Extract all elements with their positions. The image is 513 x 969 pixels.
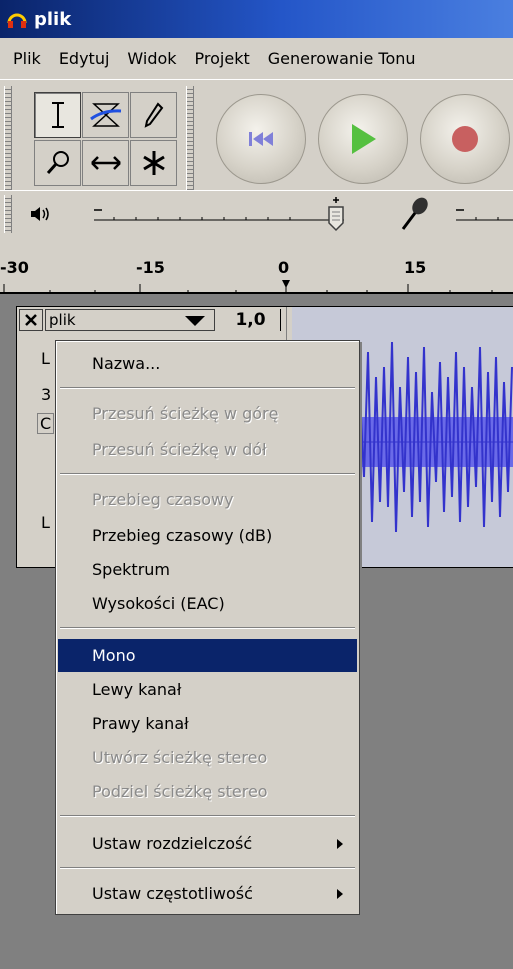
toolbar-area [0, 80, 513, 254]
volume-slider-thumb[interactable] [324, 195, 348, 233]
track-info-letter: L [41, 513, 50, 532]
ruler-label: 15 [404, 258, 427, 277]
menu-separator [60, 473, 355, 475]
zoom-tool-button[interactable] [34, 140, 81, 186]
menu-separator [60, 387, 355, 389]
volume-scale [94, 209, 344, 221]
menu-item-set-rate[interactable]: Ustaw częstotliwość [58, 877, 357, 910]
double-arrow-icon [90, 156, 121, 170]
track-info-letter: 3 [41, 385, 52, 404]
record-icon [452, 126, 478, 152]
ibeam-icon [51, 102, 64, 128]
title-bar: plik [0, 0, 513, 38]
microphone-icon [401, 197, 428, 230]
menu-item-mono[interactable]: Mono [58, 639, 357, 672]
menu-item-left-channel[interactable]: Lewy kanał [58, 673, 357, 706]
window-title: plik [34, 8, 72, 30]
menu-item-nazwa[interactable]: Nazwa... [58, 347, 357, 380]
tools-toolbar-grip[interactable] [4, 86, 12, 190]
menu-edytuj[interactable]: Edytuj [50, 49, 119, 68]
menu-bar: Plik Edytuj Widok Projekt Generowanie To… [0, 38, 513, 80]
ruler-ticks [3, 280, 493, 294]
menu-separator [60, 627, 355, 629]
menu-item-set-sample-format[interactable]: Ustaw rozdzielczość [58, 827, 357, 860]
menu-widok[interactable]: Widok [118, 49, 185, 68]
track-gain-value: 1,0 [221, 309, 281, 331]
menu-separator [60, 867, 355, 869]
menu-item-waveform-db[interactable]: Przebieg czasowy (dB) [58, 519, 357, 552]
track-info-letter: L [41, 349, 50, 368]
skip-start-icon [249, 132, 273, 146]
menu-item-pitch-eac[interactable]: Wysokości (EAC) [58, 587, 357, 620]
play-icon [352, 124, 376, 154]
menu-separator [60, 815, 355, 817]
track-context-menu: Nazwa... Przesuń ścieżkę w górę Przesuń … [55, 340, 360, 915]
input-volume-slider[interactable] [454, 207, 513, 221]
close-icon [25, 314, 37, 326]
menu-item-label: Ustaw rozdzielczość [92, 834, 253, 853]
track-name: plik [49, 311, 76, 329]
close-track-button[interactable] [19, 309, 43, 331]
envelope-icon [89, 103, 121, 127]
timeline-ruler[interactable]: -30 -15 0 15 [0, 254, 513, 294]
menu-item-move-track-up[interactable]: Przesuń ścieżkę w górę [58, 397, 357, 430]
dropdown-arrow-icon [185, 316, 205, 326]
track-info-button[interactable]: C [37, 413, 55, 434]
pencil-icon [144, 102, 163, 128]
menu-item-make-stereo[interactable]: Utwórz ścieżkę stereo [58, 741, 357, 774]
record-button[interactable] [420, 94, 510, 184]
play-button[interactable] [318, 94, 408, 184]
menu-item-move-track-down[interactable]: Przesuń ścieżkę w dół [58, 433, 357, 466]
mixer-toolbar [0, 190, 513, 236]
submenu-arrow-icon [337, 839, 343, 849]
menu-item-split-stereo[interactable]: Podziel ścieżkę stereo [58, 775, 357, 808]
playhead-marker [282, 280, 290, 288]
menu-item-waveform[interactable]: Przebieg czasowy [58, 483, 357, 516]
output-volume-slider[interactable] [92, 207, 346, 221]
menu-item-spectrum[interactable]: Spektrum [58, 553, 357, 586]
audacity-app-icon [6, 9, 28, 29]
menu-item-right-channel[interactable]: Prawy kanał [58, 707, 357, 740]
ruler-label: -30 [0, 258, 29, 277]
ruler-label: 0 [278, 258, 290, 277]
submenu-arrow-icon [337, 889, 343, 899]
magnifier-icon [46, 151, 69, 174]
timeshift-tool-button[interactable] [82, 140, 129, 186]
menu-plik[interactable]: Plik [4, 49, 50, 68]
control-toolbar-grip[interactable] [186, 86, 194, 190]
multi-tool-button[interactable] [130, 140, 177, 186]
envelope-tool-button[interactable] [82, 92, 129, 138]
asterisk-icon [142, 151, 165, 175]
selection-tool-button[interactable] [34, 92, 81, 138]
draw-tool-button[interactable] [130, 92, 177, 138]
menu-item-label: Ustaw częstotliwość [92, 884, 253, 903]
ruler-label: -15 [136, 258, 165, 277]
speaker-icon [31, 207, 49, 221]
input-volume-scale [456, 209, 513, 221]
menu-generowanie-tonu[interactable]: Generowanie Tonu [259, 49, 425, 68]
track-name-dropdown[interactable]: plik [45, 309, 215, 331]
skip-to-start-button[interactable] [216, 94, 306, 184]
mixer-toolbar-grip[interactable] [4, 195, 12, 233]
menu-projekt[interactable]: Projekt [186, 49, 259, 68]
